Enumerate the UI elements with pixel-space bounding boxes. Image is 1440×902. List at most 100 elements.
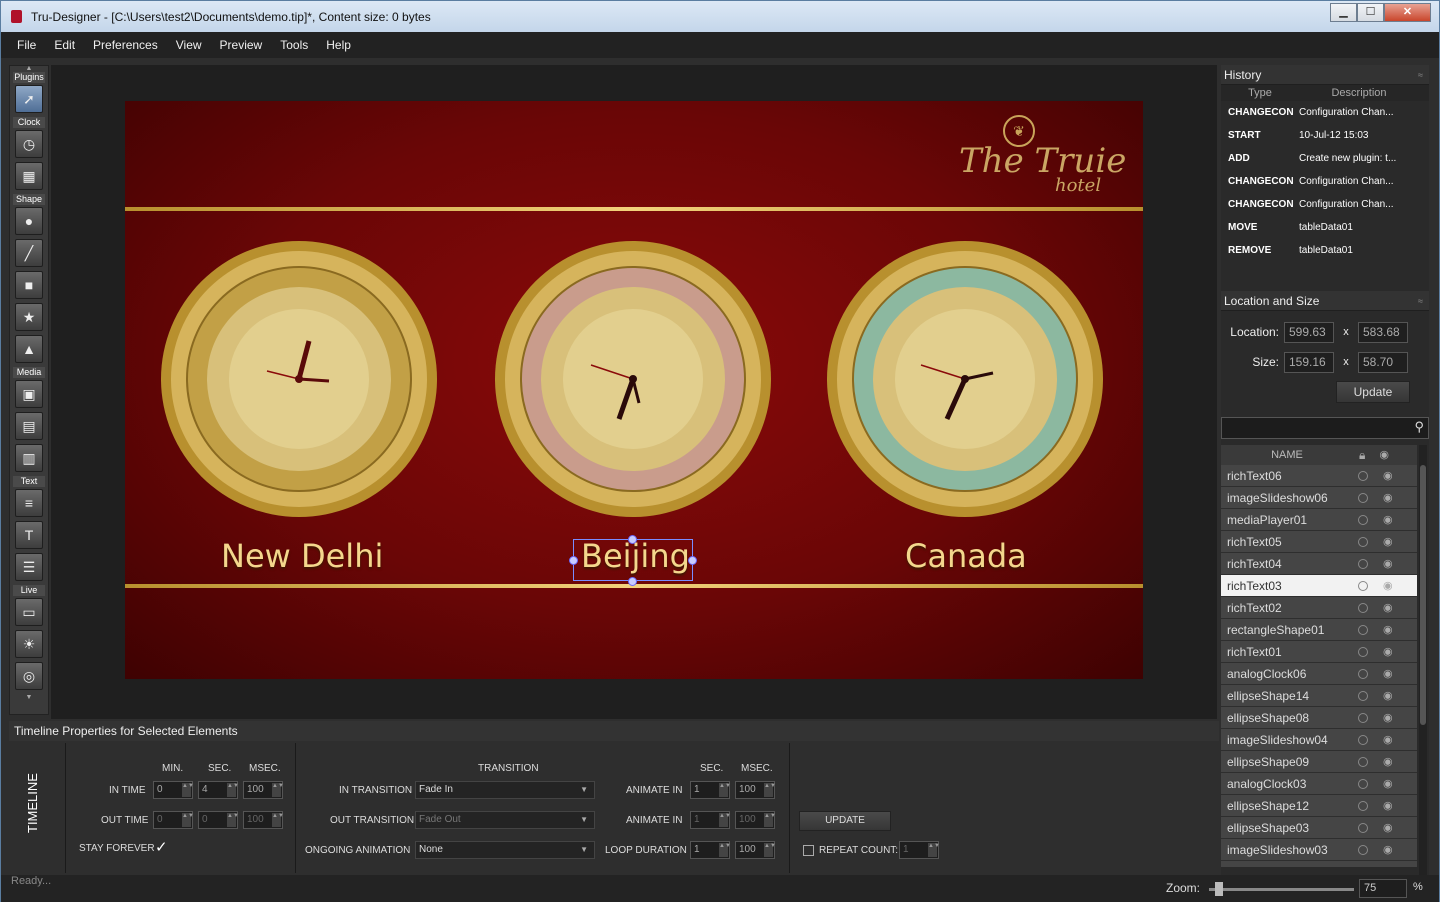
element-list-item[interactable]: richText06 ◉: [1221, 465, 1417, 487]
lock-toggle-icon[interactable]: [1358, 537, 1368, 547]
visibility-eye-icon[interactable]: ◉: [1383, 553, 1393, 575]
design-canvas[interactable]: ❦ The Truie hotel New Delhi Beijing Cana…: [51, 65, 1217, 719]
city-label-canada[interactable]: Canada: [905, 537, 1027, 575]
triangle-tool-button[interactable]: ▲: [15, 335, 43, 363]
element-list-item[interactable]: richText01 ◉: [1221, 641, 1417, 663]
search-icon[interactable]: ⚲: [1414, 419, 1424, 435]
analog-clock-new-delhi[interactable]: [157, 237, 441, 521]
lock-toggle-icon[interactable]: [1358, 757, 1368, 767]
history-col-desc[interactable]: Description: [1299, 85, 1419, 101]
repeat-count-checkbox[interactable]: [803, 845, 814, 856]
scroll-text-tool-button[interactable]: ☰: [15, 553, 43, 581]
lock-icon[interactable]: 🔒︎: [1359, 445, 1365, 465]
stage[interactable]: ❦ The Truie hotel New Delhi Beijing Cana…: [125, 101, 1143, 679]
timeline-update-button[interactable]: UPDATE: [799, 811, 891, 831]
element-list-item[interactable]: imageSlideshow06 ◉: [1221, 487, 1417, 509]
spinner-icon[interactable]: ▲▼: [764, 783, 776, 797]
ellipse-tool-button[interactable]: ●: [15, 207, 43, 235]
element-list-item[interactable]: ellipseShape05 ◉: [1221, 861, 1417, 867]
zoom-slider[interactable]: [1209, 888, 1354, 891]
lock-toggle-icon[interactable]: [1358, 691, 1368, 701]
spinner-icon[interactable]: ▲▼: [719, 843, 731, 857]
menu-edit[interactable]: Edit: [54, 32, 75, 58]
menu-preferences[interactable]: Preferences: [93, 32, 158, 58]
visibility-eye-icon[interactable]: ◉: [1383, 597, 1393, 619]
selection-box[interactable]: [573, 539, 693, 581]
element-list-item[interactable]: richText03 ◉: [1221, 575, 1417, 597]
ticker-tool-button[interactable]: ≡: [15, 489, 43, 517]
resize-handle-bottom[interactable]: [628, 577, 637, 586]
weather-tool-button[interactable]: ☀: [15, 630, 43, 658]
digital-clock-tool-button[interactable]: ▦: [15, 162, 43, 190]
out-transition-select[interactable]: Fade Out ▼: [415, 811, 595, 829]
rss-tool-button[interactable]: ▭: [15, 598, 43, 626]
image-tool-button[interactable]: ▣: [15, 380, 43, 408]
spinner-icon[interactable]: ▲▼: [272, 783, 284, 797]
spinner-icon[interactable]: ▲▼: [227, 813, 239, 827]
analog-clock-canada[interactable]: [823, 237, 1107, 521]
spinner-icon[interactable]: ▲▼: [719, 783, 731, 797]
out-time-min-field[interactable]: 0 ▲▼: [153, 811, 194, 829]
element-list-item[interactable]: richText02 ◉: [1221, 597, 1417, 619]
spinner-icon[interactable]: ▲▼: [182, 783, 194, 797]
history-panel-header[interactable]: History ≈: [1221, 65, 1429, 85]
lock-toggle-icon[interactable]: [1358, 515, 1368, 525]
lock-toggle-icon[interactable]: [1358, 779, 1368, 789]
lock-toggle-icon[interactable]: [1358, 471, 1368, 481]
location-update-button[interactable]: Update: [1336, 381, 1410, 403]
visibility-eye-icon[interactable]: ◉: [1383, 839, 1393, 861]
history-row[interactable]: CHANGECON Configuration Chan...: [1221, 170, 1429, 193]
element-list-item[interactable]: mediaPlayer01 ◉: [1221, 509, 1417, 531]
lock-toggle-icon[interactable]: [1358, 801, 1368, 811]
element-list-item[interactable]: analogClock06 ◉: [1221, 663, 1417, 685]
resize-handle-right[interactable]: [688, 556, 697, 565]
text-tool-button[interactable]: T: [15, 521, 43, 549]
resize-handle-left[interactable]: [569, 556, 578, 565]
element-list-item[interactable]: analogClock03 ◉: [1221, 773, 1417, 795]
visibility-eye-icon[interactable]: ◉: [1383, 487, 1393, 509]
in-transition-select[interactable]: Fade In ▼: [415, 781, 595, 799]
collapse-icon[interactable]: ≈: [1418, 65, 1423, 85]
menu-tools[interactable]: Tools: [280, 32, 308, 58]
loop-msec-field[interactable]: 100 ▲▼: [735, 841, 776, 859]
spinner-icon[interactable]: ▲▼: [227, 783, 239, 797]
size-height-field[interactable]: 58.70: [1358, 351, 1408, 373]
web-tool-button[interactable]: ◎: [15, 662, 43, 690]
collapse-icon[interactable]: ≈: [1418, 291, 1423, 311]
history-row[interactable]: CHANGECON Configuration Chan...: [1221, 193, 1429, 216]
top-gold-line[interactable]: [125, 207, 1143, 211]
location-size-header[interactable]: Location and Size ≈: [1221, 291, 1429, 311]
spinner-icon[interactable]: ▲▼: [719, 813, 731, 827]
animate-in-2-sec-field[interactable]: 1 ▲▼: [690, 811, 731, 829]
loop-sec-field[interactable]: 1 ▲▼: [690, 841, 731, 859]
menu-help[interactable]: Help: [326, 32, 351, 58]
visibility-eye-icon[interactable]: ◉: [1383, 773, 1393, 795]
visibility-eye-icon[interactable]: ◉: [1383, 509, 1393, 531]
history-row[interactable]: ADD Create new plugin: t...: [1221, 147, 1429, 170]
menu-view[interactable]: View: [176, 32, 202, 58]
visibility-eye-icon[interactable]: ◉: [1383, 619, 1393, 641]
element-list-item[interactable]: imageSlideshow04 ◉: [1221, 729, 1417, 751]
visibility-eye-icon[interactable]: ◉: [1383, 861, 1393, 867]
lock-toggle-icon[interactable]: [1358, 559, 1368, 569]
visibility-eye-icon[interactable]: ◉: [1383, 685, 1393, 707]
spinner-icon[interactable]: ▲▼: [182, 813, 194, 827]
scroll-down-icon[interactable]: ▼: [10, 694, 48, 701]
lock-toggle-icon[interactable]: [1358, 625, 1368, 635]
logo-subtext[interactable]: hotel: [1055, 175, 1101, 196]
lock-toggle-icon[interactable]: [1358, 823, 1368, 833]
menu-preview[interactable]: Preview: [220, 32, 263, 58]
line-tool-button[interactable]: ╱: [15, 239, 43, 267]
size-width-field[interactable]: 159.16: [1284, 351, 1334, 373]
spinner-icon[interactable]: ▲▼: [764, 813, 776, 827]
visibility-eye-icon[interactable]: ◉: [1383, 795, 1393, 817]
resize-handle-top[interactable]: [628, 535, 637, 544]
element-list-item[interactable]: ellipseShape03 ◉: [1221, 817, 1417, 839]
slideshow-tool-button[interactable]: ▥: [15, 444, 43, 472]
history-row[interactable]: REMOVE tableData01: [1221, 239, 1429, 262]
eye-icon[interactable]: ◉: [1379, 445, 1389, 465]
logo-text[interactable]: The Truie: [959, 141, 1126, 181]
pointer-tool-button[interactable]: ➚: [15, 85, 43, 113]
video-tool-button[interactable]: ▤: [15, 412, 43, 440]
repeat-count-field[interactable]: 1 ▲▼: [899, 841, 940, 859]
